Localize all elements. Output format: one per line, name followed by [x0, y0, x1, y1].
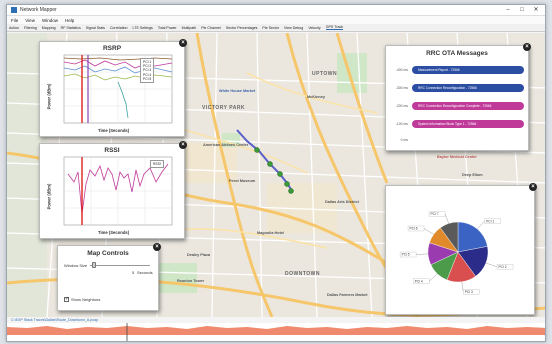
map-label: Reunion Tower: [177, 279, 205, 283]
pie-label: PCI 5: [402, 253, 410, 257]
pie-panel: × PCI 1 PCI 2 PCI 3 PCI 4 PCI 5 PCI 6 PCI 7: [385, 183, 537, 315]
rsrp-legend: PCI 1 PCI 2 PCI 3 PCI 4 PCI 5: [140, 58, 155, 84]
legend-entry: RSSI: [153, 162, 161, 166]
toolbar-item[interactable]: Mapping: [42, 26, 56, 30]
toolbar-item[interactable]: View Debug: [284, 26, 303, 30]
toolbar-item[interactable]: Total Power: [158, 26, 177, 30]
pie-label: PCI 7: [431, 212, 439, 216]
show-neighbors-label: Show Neighbors: [71, 297, 101, 302]
menu-help[interactable]: Help: [65, 18, 74, 23]
map-controls-panel: Map Controls × Window Size 5 Seconds ✓ S…: [57, 243, 161, 311]
ota-panel: RRC OTA Messages × -400 ms Measurement R…: [385, 43, 531, 151]
close-icon[interactable]: ×: [523, 43, 531, 51]
pie-leader-line: [461, 281, 464, 292]
maximize-icon[interactable]: □: [515, 6, 529, 15]
legend-entry: PCI 3: [143, 68, 152, 73]
ota-message-row: -300 ms RRC Connection Reconfiguration -…: [386, 84, 528, 92]
toolbar-item[interactable]: Velocity: [308, 26, 320, 30]
map-label: Magnolia Hotel: [257, 231, 285, 235]
close-icon[interactable]: ✕: [529, 6, 543, 15]
ota-message[interactable]: RRC Connection Reconfiguration Complete …: [412, 102, 524, 110]
ota-message[interactable]: Measurement Report - 72566: [412, 66, 524, 74]
toolbar-item[interactable]: Pie Sector: [262, 26, 279, 30]
ota-title: RRC OTA Messages: [426, 50, 488, 57]
map-label: Dallas Arts District: [325, 200, 359, 204]
menu-bar: File View Window Help: [7, 16, 545, 24]
map-controls-title: Map Controls: [87, 250, 129, 257]
map-label: Dallas Farmers Market: [327, 293, 368, 297]
legend-entry: PCI 5: [143, 76, 152, 81]
pie-leader-line: [416, 253, 429, 255]
file-link[interactable]: C:\EXP Stack Traces\Dallas\Route_Downtow…: [11, 318, 98, 322]
ota-message[interactable]: System Information Block Type 1 - 72566: [412, 120, 524, 128]
pie-label: PCI 4: [415, 279, 423, 283]
toolbar: Action Filtering Mapping RF Statistics S…: [7, 24, 545, 32]
menu-window[interactable]: Window: [42, 18, 58, 23]
map-label: UPTOWN: [312, 71, 338, 77]
menu-view[interactable]: View: [25, 18, 35, 23]
app-window: Network Mapper – □ ✕ File View Window He…: [6, 4, 546, 342]
ota-message-row: -200 ms RRC Connection Reconfiguration C…: [386, 102, 528, 110]
window-size-slider[interactable]: [90, 265, 150, 266]
toolbar-item[interactable]: Filtering: [24, 26, 37, 30]
rssi-chart: [63, 156, 173, 226]
menu-file[interactable]: File: [11, 18, 18, 23]
map-label: Perot Museum: [229, 179, 256, 183]
window-title: Network Mapper: [20, 7, 57, 13]
ota-message-row: -100 ms System Information Block Type 1 …: [386, 120, 528, 128]
toolbar-item[interactable]: RF Statistics: [61, 26, 81, 30]
toolbar-item[interactable]: Pie Channel: [201, 26, 221, 30]
timeline-chart: [7, 323, 545, 341]
pie-leader-line: [485, 262, 498, 267]
pie-leader-line: [423, 228, 434, 235]
window-size-label: Window Size: [64, 263, 88, 268]
show-neighbors-checkbox[interactable]: ✓: [64, 297, 69, 302]
ota-message[interactable]: RRC Connection Reconfiguration - 72566: [412, 84, 524, 92]
toolbar-item[interactable]: Action: [9, 26, 19, 30]
window-size-value: 5: [132, 270, 135, 275]
pie-leader-line: [429, 273, 438, 282]
ota-time: -300 ms: [395, 86, 408, 90]
rssi-legend: RSSI: [150, 160, 164, 169]
window-controls: – □ ✕: [501, 6, 543, 15]
pie-label: PCI 3: [465, 290, 473, 294]
toolbar-item[interactable]: LTE Settings: [133, 26, 153, 30]
pie-label: PCI 2: [499, 265, 507, 269]
rsrp-panel: RSRP × Power (dBm) Time (Seconds) PCI 1 …: [39, 39, 187, 137]
toolbar-item[interactable]: Sector Percentages: [226, 26, 258, 30]
ota-time: -100 ms: [395, 122, 408, 126]
rssi-panel: RSSI × Power (dBm) Time (Seconds) RSSI: [39, 141, 187, 239]
map-label: Dealey Plaza: [187, 253, 211, 257]
ota-message-row: 0 ms: [386, 138, 528, 142]
minimize-icon[interactable]: –: [501, 6, 515, 15]
toolbar-item[interactable]: Correlation: [110, 26, 128, 30]
toolbar-item-active[interactable]: GPS Track: [325, 25, 344, 30]
ota-time: 0 ms: [400, 138, 408, 142]
map-label: McKinney: [307, 95, 325, 99]
window-size-unit: Seconds: [137, 270, 153, 275]
map-label: DOWNTOWN: [285, 271, 321, 277]
map-label: VICTORY PARK: [202, 105, 246, 111]
map-label: White House Market: [219, 89, 256, 93]
toolbar-item[interactable]: Signal Stats: [86, 26, 105, 30]
rsrp-chart: [63, 54, 173, 124]
title-bar: Network Mapper – □ ✕: [7, 5, 545, 16]
map-label: Deep Ellum: [462, 173, 483, 177]
pie-leader-line: [476, 221, 485, 230]
timeline[interactable]: [7, 323, 545, 341]
toolbar-item[interactable]: Multipath: [182, 26, 197, 30]
pie-label: PCI 6: [410, 227, 418, 231]
ota-time: -200 ms: [395, 104, 408, 108]
map-label: American Airlines Center: [203, 143, 249, 147]
pie-leader-line: [444, 213, 449, 224]
slider-handle[interactable]: [92, 262, 96, 268]
close-icon[interactable]: ×: [153, 243, 161, 251]
pie-chart: PCI 1 PCI 2 PCI 3 PCI 4 PCI 5 PCI 6 PCI 7: [399, 211, 514, 295]
ota-time: -400 ms: [395, 68, 408, 72]
pie-label: PCI 1: [486, 219, 494, 223]
ota-message-row: -400 ms Measurement Report - 72566: [386, 66, 528, 74]
app-icon: [11, 7, 17, 13]
map-label: Baylor Medical Center: [437, 155, 477, 159]
